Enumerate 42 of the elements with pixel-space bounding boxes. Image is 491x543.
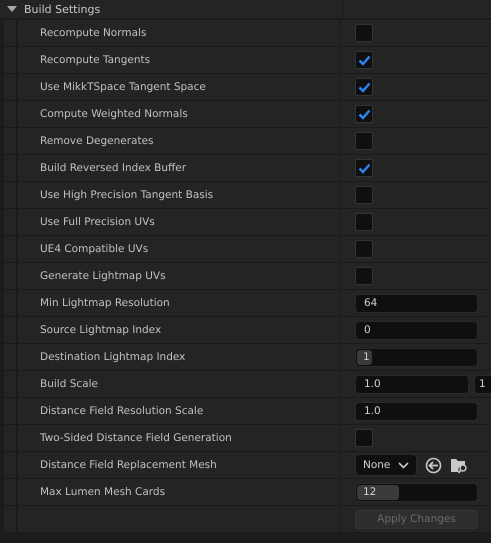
section-title: Build Settings — [24, 2, 100, 16]
checkbox[interactable] — [355, 186, 373, 204]
property-label: Destination Lightmap Index — [40, 351, 186, 363]
property-label: Use MikkTSpace Tangent Space — [40, 81, 206, 93]
section-header[interactable]: Build Settings — [0, 0, 491, 20]
checkbox[interactable] — [355, 213, 373, 231]
browse-folder-icon[interactable] — [450, 456, 469, 474]
property-label: Distance Field Replacement Mesh — [40, 459, 217, 471]
checkbox[interactable] — [355, 429, 373, 447]
checkbox[interactable] — [355, 51, 373, 69]
number-field[interactable]: 0 — [355, 320, 478, 340]
property-label: Build Reversed Index Buffer — [40, 162, 186, 174]
number-field[interactable]: 64 — [355, 294, 478, 312]
checkbox[interactable] — [355, 78, 373, 96]
slider-field[interactable]: 12 — [355, 482, 478, 502]
checkbox[interactable] — [355, 240, 373, 258]
number-field[interactable]: 1.0 — [355, 374, 469, 394]
mesh-dropdown[interactable]: None — [355, 454, 417, 476]
property-label: Use Full Precision UVs — [40, 216, 155, 228]
number-field[interactable]: 1 — [474, 374, 491, 394]
property-label: Remove Degenerates — [40, 135, 154, 147]
number-field[interactable]: 1.0 — [355, 402, 478, 420]
expand-triangle-icon[interactable] — [7, 6, 17, 12]
property-label: Distance Field Resolution Scale — [40, 405, 204, 417]
checkbox[interactable] — [355, 132, 373, 150]
property-label: Max Lumen Mesh Cards — [40, 486, 166, 498]
property-label: Build Scale — [40, 378, 98, 390]
checkbox[interactable] — [355, 267, 373, 285]
chevron-down-icon — [398, 462, 409, 468]
checkbox[interactable] — [355, 24, 373, 42]
property-label: Two-Sided Distance Field Generation — [40, 432, 232, 444]
property-label: Recompute Tangents — [40, 54, 150, 66]
property-label: Compute Weighted Normals — [40, 108, 188, 120]
property-label: Min Lightmap Resolution — [40, 297, 170, 309]
property-label: Generate Lightmap UVs — [40, 270, 166, 282]
checkbox[interactable] — [355, 105, 373, 123]
checkbox[interactable] — [355, 159, 373, 177]
property-label: UE4 Compatible UVs — [40, 243, 148, 255]
slider-field[interactable]: 1 — [355, 348, 478, 366]
property-label: Use High Precision Tangent Basis — [40, 189, 214, 201]
property-label: Recompute Normals — [40, 27, 146, 39]
property-label: Source Lightmap Index — [40, 324, 162, 336]
